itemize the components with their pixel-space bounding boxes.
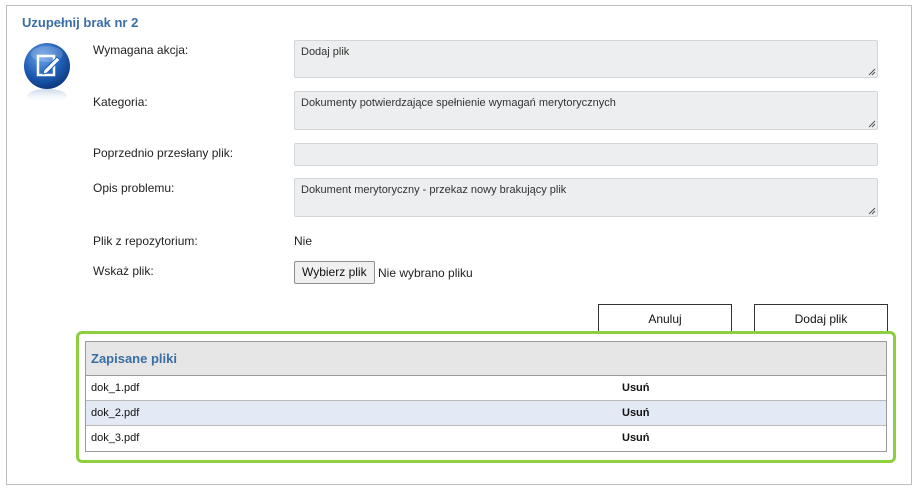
file-name: dok_3.pdf bbox=[91, 432, 140, 444]
problem-description-label: Opis problemu: bbox=[93, 181, 175, 195]
saved-files-title: Zapisane pliki bbox=[86, 342, 886, 376]
table-row: dok_1.pdf Usuń bbox=[86, 376, 886, 401]
repository-file-value: Nie bbox=[294, 234, 313, 248]
file-name: dok_2.pdf bbox=[91, 407, 140, 419]
category-field[interactable]: Dokumenty potwierdzające spełnienie wyma… bbox=[294, 91, 878, 130]
required-action-label: Wymagana akcja: bbox=[93, 43, 189, 57]
resize-grip-icon[interactable] bbox=[868, 120, 876, 128]
problem-description-field[interactable]: Dokument merytoryczny - przekaz nowy bra… bbox=[294, 178, 878, 217]
file-name: dok_1.pdf bbox=[91, 382, 140, 394]
table-row: dok_2.pdf Usuń bbox=[86, 401, 886, 426]
delete-file-link[interactable]: Usuń bbox=[622, 376, 650, 400]
section-title: Uzupełnij brak nr 2 bbox=[22, 15, 139, 30]
required-action-value: Dodaj plik bbox=[301, 46, 350, 58]
category-label: Kategoria: bbox=[93, 95, 148, 109]
file-status: Nie wybrano pliku bbox=[378, 266, 473, 280]
previous-file-field bbox=[294, 143, 878, 166]
previous-file-label: Poprzednio przesłany plik: bbox=[93, 146, 234, 160]
saved-files-table: Zapisane pliki dok_1.pdf Usuń dok_2.pdf … bbox=[85, 341, 887, 452]
add-file-button[interactable]: Dodaj plik bbox=[754, 304, 888, 332]
choose-file-label: Wskaż plik: bbox=[93, 264, 154, 278]
delete-file-link[interactable]: Usuń bbox=[622, 426, 650, 450]
delete-file-link[interactable]: Usuń bbox=[622, 401, 650, 425]
problem-description-value: Dokument merytoryczny - przekaz nowy bra… bbox=[301, 184, 567, 196]
resize-grip-icon[interactable] bbox=[868, 207, 876, 215]
required-action-field[interactable]: Dodaj plik bbox=[294, 40, 878, 78]
cancel-button[interactable]: Anuluj bbox=[598, 304, 732, 332]
choose-file-button[interactable]: Wybierz plik bbox=[294, 261, 375, 284]
edit-icon bbox=[24, 43, 70, 103]
category-value: Dokumenty potwierdzające spełnienie wyma… bbox=[301, 97, 616, 109]
table-row: dok_3.pdf Usuń bbox=[86, 426, 886, 451]
repository-file-label: Plik z repozytorium: bbox=[93, 234, 198, 248]
resize-grip-icon[interactable] bbox=[868, 68, 876, 76]
